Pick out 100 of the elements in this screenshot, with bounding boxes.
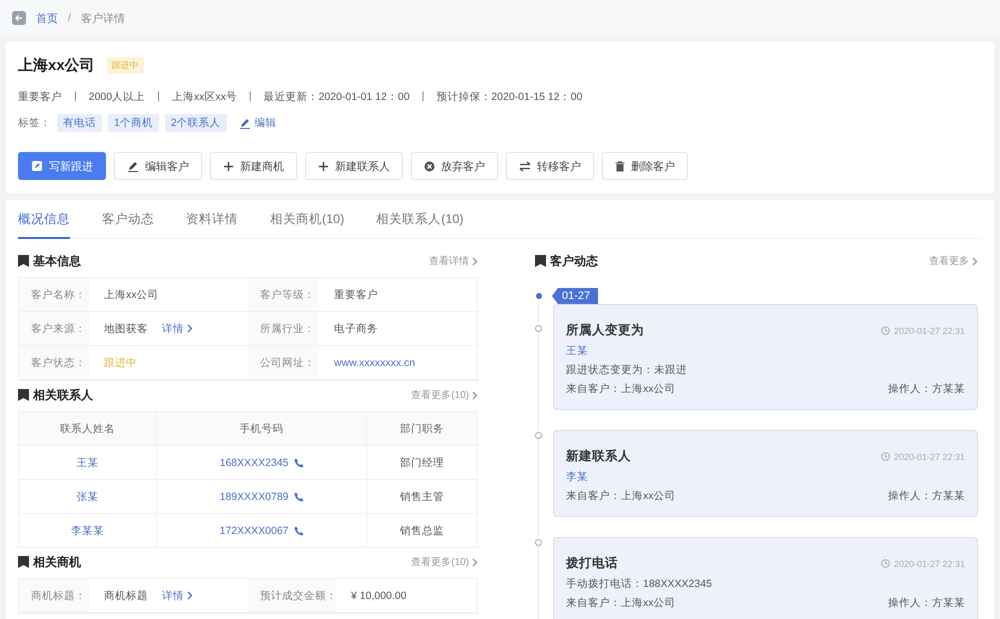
phone-icon <box>294 458 304 468</box>
event-text: 手动拨打电话：188XXXX2345 <box>566 577 713 591</box>
event-operator: 操作人：方某某 <box>888 596 965 610</box>
field-value: 跟进中 <box>104 356 137 370</box>
field-value: 上海xx公司 <box>104 288 158 302</box>
contact-name-link[interactable]: 张某 <box>18 480 157 514</box>
clock-icon <box>880 559 890 568</box>
detail-link[interactable]: 详情 <box>162 588 193 602</box>
pen-icon <box>127 160 139 172</box>
column-header: 手机号码 <box>156 412 366 446</box>
action-button[interactable]: 写新跟进 <box>18 152 106 180</box>
meta-separator: | <box>422 90 424 104</box>
timeline-dot <box>536 293 542 299</box>
section-title: 客户动态 <box>550 252 598 270</box>
meta-text: 2000人以上 <box>88 90 146 104</box>
event-title: 所属人变更为 <box>566 322 644 339</box>
field-value: ¥ 10,000.00 <box>351 590 406 602</box>
phone-icon <box>294 526 304 536</box>
field-label: 客户名称： <box>19 278 89 312</box>
bookmark-icon <box>18 389 29 401</box>
plus-icon <box>318 160 329 172</box>
field-value: 地图获客 <box>104 322 148 336</box>
meta-separator: | <box>248 90 252 104</box>
field-value: 商机标题 <box>104 588 148 602</box>
bookmark-icon <box>535 255 546 267</box>
more-link[interactable]: 查看更多(10) <box>411 555 478 569</box>
edit-tags-link[interactable]: 编辑 <box>238 116 277 130</box>
column-header: 部门职务 <box>366 412 478 446</box>
chevron-icon <box>472 256 478 266</box>
timeline-node <box>535 325 542 332</box>
company-name: 上海xx公司 <box>18 56 95 75</box>
event-operator: 操作人：方某某 <box>888 489 965 503</box>
breadcrumb-separator: / <box>68 12 72 24</box>
trash-icon <box>615 160 625 172</box>
event-time: 2020-01-27 22:31 <box>894 326 965 336</box>
tag: 2个联系人 <box>164 114 227 132</box>
event-link[interactable]: 王某 <box>566 344 965 358</box>
event-link[interactable]: 李某 <box>566 470 965 484</box>
field-label: 预计成交金额： <box>248 579 336 613</box>
table-cell: 部门经理 <box>366 446 478 480</box>
date-tag: 01-27 <box>552 288 598 304</box>
table-cell: 销售主管 <box>366 480 478 514</box>
action-button[interactable]: 新建商机 <box>210 152 297 180</box>
event-source: 来自客户：上海xx公司 <box>566 382 676 396</box>
meta-text: 预计掉保：2020-01-15 12：00 <box>436 90 582 104</box>
status-badge: 跟进中 <box>106 57 144 74</box>
phone-number[interactable]: 172XXXX0067 <box>220 524 304 536</box>
field-value: 重要客户 <box>334 288 378 302</box>
event-source: 来自客户：上海xx公司 <box>566 596 676 610</box>
action-button[interactable]: 新建联系人 <box>305 152 403 180</box>
pen-icon <box>238 117 251 129</box>
action-button[interactable]: 放弃客户 <box>411 152 498 180</box>
meta-text: 重要客户 <box>18 90 62 104</box>
event-time: 2020-01-27 22:31 <box>894 452 965 462</box>
more-link[interactable]: 查看更多 <box>929 254 978 268</box>
tab[interactable]: 资料详情 <box>186 200 238 239</box>
contact-name-link[interactable]: 王某 <box>18 446 157 480</box>
phone-number[interactable]: 168XXXX2345 <box>220 456 304 468</box>
website-link[interactable]: www.xxxxxxxx.cn <box>334 356 416 368</box>
action-button[interactable]: 编辑客户 <box>114 152 202 180</box>
clock-icon <box>880 326 890 335</box>
timeline-node <box>535 432 542 439</box>
swap-icon <box>519 160 531 172</box>
tab[interactable]: 相关联系人(10) <box>376 200 464 239</box>
breadcrumb-current: 客户详情 <box>81 12 126 26</box>
meta-text: 最近更新：2020-01-01 12：00 <box>264 90 410 104</box>
meta-separator: | <box>157 90 160 104</box>
event-operator: 操作人：方某某 <box>888 382 965 396</box>
tab[interactable]: 客户动态 <box>102 200 154 239</box>
section-title: 相关联系人 <box>33 386 93 404</box>
tags-label: 标签： <box>18 116 51 130</box>
event-title: 新建联系人 <box>566 448 631 465</box>
tab[interactable]: 概况信息 <box>18 200 70 239</box>
cancel-icon <box>424 160 435 172</box>
bookmark-icon <box>18 556 29 568</box>
back-icon <box>12 11 26 25</box>
action-button[interactable]: 删除客户 <box>602 152 688 180</box>
event-title: 拨打电话 <box>566 555 618 572</box>
phone-number[interactable]: 189XXXX0789 <box>220 490 304 502</box>
bookmark-icon <box>18 255 29 267</box>
note-icon <box>31 160 43 172</box>
field-label: 客户来源： <box>19 312 89 346</box>
event-source: 来自客户：上海xx公司 <box>566 489 676 503</box>
chevron-icon <box>472 558 478 566</box>
chevron-icon <box>187 591 193 600</box>
table-cell: 销售总监 <box>366 514 478 548</box>
timeline-node <box>535 539 542 546</box>
column-header: 联系人姓名 <box>18 412 157 446</box>
contact-name-link[interactable]: 李某某 <box>18 514 157 548</box>
more-link[interactable]: 查看更多(10) <box>411 388 478 402</box>
field-label: 公司网址： <box>248 346 319 380</box>
phone-icon <box>294 492 304 502</box>
detail-link[interactable]: 详情 <box>162 322 193 336</box>
tab[interactable]: 相关商机(10) <box>270 200 344 239</box>
meta-separator: | <box>74 90 77 104</box>
event-text: 跟进状态变更为：未跟进 <box>566 363 688 377</box>
event-time: 2020-01-27 22:31 <box>894 558 965 568</box>
more-link[interactable]: 查看详情 <box>429 254 478 268</box>
action-button[interactable]: 转移客户 <box>506 152 594 180</box>
breadcrumb-link[interactable]: 首页 <box>36 10 58 26</box>
